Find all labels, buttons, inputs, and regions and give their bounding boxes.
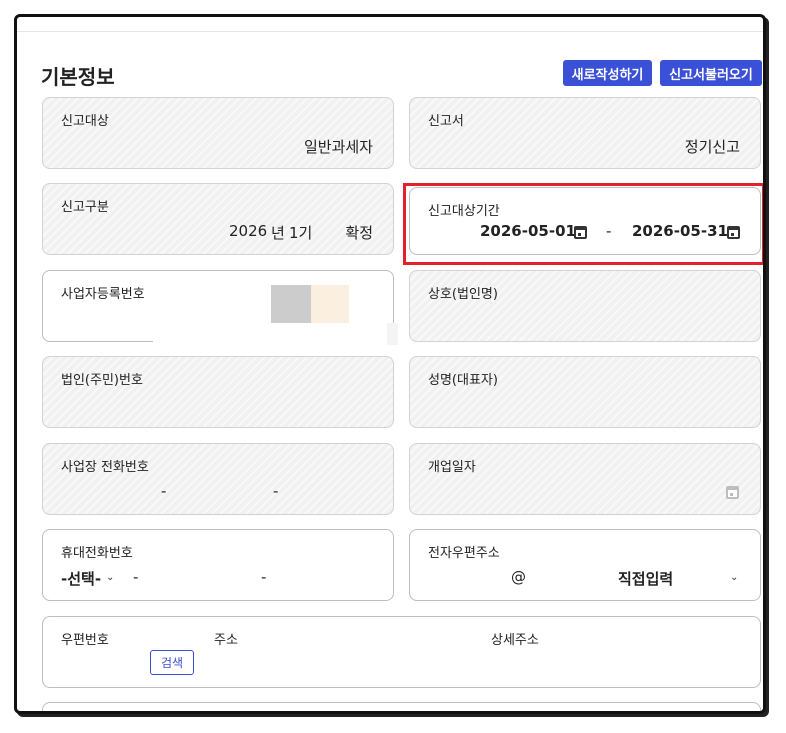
report-form-field: 신고서 정기신고	[409, 97, 761, 169]
report-status: 확정	[345, 224, 373, 242]
redaction-block	[271, 285, 311, 325]
phone-separator: -	[261, 568, 267, 586]
address-search-button[interactable]: 검색	[150, 650, 194, 675]
company-name-field: 상호(법인명)	[409, 270, 761, 342]
field-label: 휴대전화번호	[61, 546, 133, 561]
redaction-block	[387, 323, 398, 345]
report-term: 1기	[289, 224, 313, 242]
field-label: 사업장 전화번호	[61, 460, 149, 475]
chevron-down-icon[interactable]: ⌄	[106, 572, 114, 583]
redaction-block	[311, 285, 349, 325]
form-window: 기본정보 새로작성하기 신고서불러오기 신고대상 일반과세자 신고서 정기신고 …	[14, 14, 766, 714]
report-year-unit: 년	[271, 224, 285, 242]
business-number-field[interactable]: 사업자등록번호	[42, 270, 394, 345]
highlight-box	[403, 183, 763, 265]
field-label: 성명(대표자)	[428, 373, 498, 388]
new-report-button[interactable]: 새로작성하기	[563, 60, 652, 86]
field-label: 신고서	[428, 114, 464, 129]
field-label: 전자우편주소	[428, 546, 500, 561]
calendar-icon	[726, 486, 739, 499]
mobile-phone-field: 휴대전화번호 -선택- ⌄ - -	[42, 529, 394, 601]
report-year: 2026	[229, 222, 268, 240]
field-label: 신고대상	[61, 114, 109, 129]
field-label: 상호(법인명)	[428, 287, 498, 302]
field-label: 법인(주민)번호	[61, 373, 143, 388]
detail-address-label: 상세주소	[491, 633, 539, 648]
load-report-button[interactable]: 신고서불러오기	[660, 60, 762, 86]
report-target-field: 신고대상 일반과세자	[42, 97, 394, 169]
phone-separator: -	[161, 482, 167, 500]
email-field: 전자우편주소 @ 직접입력 ⌄	[409, 529, 761, 601]
report-category-field: 신고구분 2026 년 1기 확정	[42, 183, 394, 255]
open-date-field: 개업일자	[409, 443, 761, 515]
representative-name-field: 성명(대표자)	[409, 356, 761, 428]
zip-label: 우편번호	[61, 633, 109, 648]
page-title: 기본정보	[41, 65, 115, 89]
email-at-sign: @	[511, 568, 526, 586]
phone-separator: -	[273, 482, 279, 500]
divider	[17, 31, 763, 32]
redaction-block	[153, 323, 393, 345]
report-target-value: 일반과세자	[303, 138, 373, 156]
business-phone-field: 사업장 전화번호 - -	[42, 443, 394, 515]
next-field	[42, 702, 761, 711]
chevron-down-icon[interactable]: ⌄	[730, 572, 738, 583]
corp-number-field: 법인(주민)번호	[42, 356, 394, 428]
email-domain-select[interactable]: 직접입력	[618, 568, 673, 589]
phone-separator: -	[133, 568, 139, 586]
address-label: 주소	[214, 633, 238, 648]
report-form-value: 정기신고	[684, 138, 740, 156]
field-label: 신고구분	[61, 200, 109, 215]
field-label: 개업일자	[428, 460, 476, 475]
field-label: 사업자등록번호	[61, 287, 145, 302]
carrier-select[interactable]: -선택-	[61, 568, 101, 589]
